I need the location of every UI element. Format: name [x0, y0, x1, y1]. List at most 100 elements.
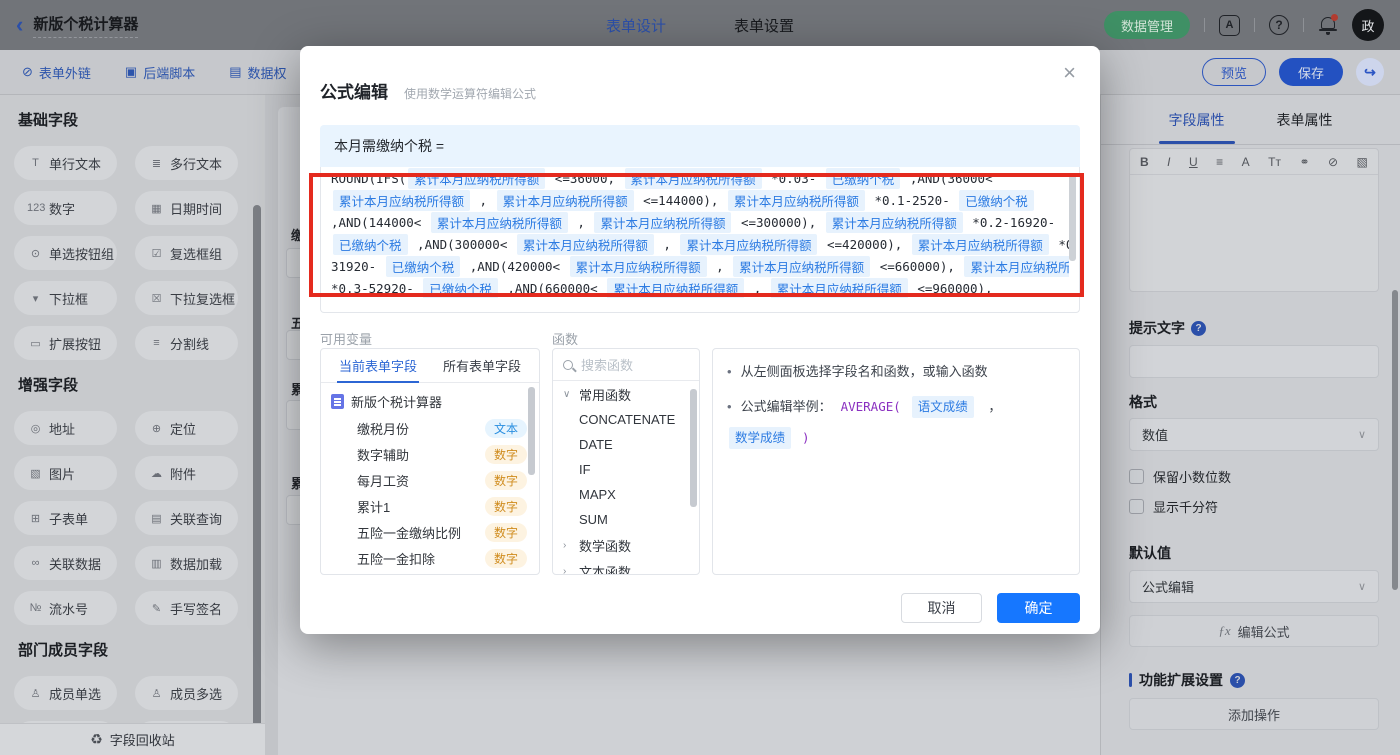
font-color-icon[interactable]: A [1242, 155, 1250, 169]
cancel-button[interactable]: 取消 [901, 593, 982, 623]
share-icon[interactable]: ↪ [1356, 58, 1384, 86]
field-token[interactable]: 累计本月应纳税所得额 [607, 278, 744, 299]
field-token[interactable]: 累计本月应纳税所得额 [728, 190, 865, 211]
field-recycle-bin[interactable]: ♻ 字段回收站 [0, 723, 265, 755]
field-item-member-single[interactable]: ♙成员单选 [14, 676, 117, 710]
formula-scrollbar[interactable] [1069, 173, 1076, 261]
function-group-常用函数[interactable]: ∨常用函数 [553, 381, 699, 407]
field-token[interactable]: 累计本月应纳税所得额 [964, 256, 1069, 277]
field-token[interactable]: 累计本月应纳税所得额 [733, 256, 870, 277]
field-token[interactable]: 累计本月应纳税所得额 [771, 278, 908, 299]
field-item-datetime[interactable]: ▦日期时间 [135, 191, 238, 225]
field-item-linked-data[interactable]: ∞关联数据 [14, 546, 117, 580]
field-item-multi-select[interactable]: ☒下拉复选框 [135, 281, 238, 315]
format-select[interactable]: 数值∨ [1129, 418, 1379, 451]
function-search-input[interactable]: 搜索函数 [553, 349, 699, 381]
decimal-checkbox[interactable]: 保留小数位数 [1129, 467, 1231, 486]
question-icon[interactable]: ? [1191, 321, 1206, 336]
bold-icon[interactable]: B [1140, 155, 1149, 169]
field-token[interactable]: 已缴纳个税 [423, 278, 498, 299]
image-icon[interactable]: ▧ [1357, 155, 1368, 169]
avatar[interactable]: 政 [1352, 9, 1384, 41]
variable-row[interactable]: 缴税月份文本 [321, 415, 539, 441]
add-action-button[interactable]: 添加操作 [1129, 698, 1379, 730]
properties-tab-表单属性[interactable]: 表单属性 [1275, 96, 1335, 144]
field-item-location[interactable]: ⊕定位 [135, 411, 238, 445]
field-item-divider[interactable]: ≡分割线 [135, 326, 238, 360]
field-token[interactable]: 已缴纳个税 [959, 190, 1034, 211]
function-item-MAPX[interactable]: MAPX [553, 482, 699, 507]
field-item-address[interactable]: ◎地址 [14, 411, 117, 445]
field-token[interactable]: 累计本月应纳税所得额 [680, 234, 817, 255]
field-item-data-load[interactable]: ▥数据加载 [135, 546, 238, 580]
field-item-checkbox-group[interactable]: ☑复选框组 [135, 236, 238, 270]
field-item-subform[interactable]: ⊞子表单 [14, 501, 117, 535]
header-tab-表单设置[interactable]: 表单设置 [734, 15, 794, 36]
variable-row[interactable]: 数字辅助数字 [321, 441, 539, 467]
properties-tab-字段属性[interactable]: 字段属性 [1167, 96, 1227, 144]
field-item-image[interactable]: ▧图片 [14, 456, 117, 490]
field-item-linked-query[interactable]: ▤关联查询 [135, 501, 238, 535]
function-item-CONCATENATE[interactable]: CONCATENATE [553, 407, 699, 432]
data-manage-button[interactable]: 数据管理 [1104, 11, 1190, 39]
field-item-single-line-text[interactable]: T单行文本 [14, 146, 117, 180]
app-title[interactable]: 新版个税计算器 [33, 13, 138, 38]
translate-icon[interactable]: A [1219, 15, 1240, 36]
field-token[interactable]: 累计本月应纳税所得额 [517, 234, 654, 255]
field-item-attachment[interactable]: ☁附件 [135, 456, 238, 490]
function-item-DATE[interactable]: DATE [553, 432, 699, 457]
field-token[interactable]: 累计本月应纳税所得额 [431, 212, 568, 233]
formula-editor-area[interactable]: ROUND(IFS(累计本月应纳税所得额 <=36000, 累计本月应纳税所得额… [320, 167, 1080, 313]
field-token[interactable]: 数学成绩 [729, 427, 791, 449]
variables-scrollbar[interactable] [528, 387, 535, 475]
field-token[interactable]: 累计本月应纳税所得额 [912, 234, 1049, 255]
functions-scrollbar[interactable] [690, 389, 697, 507]
font-size-icon[interactable]: Tт [1268, 155, 1281, 169]
thousand-separator-checkbox[interactable]: 显示千分符 [1129, 497, 1218, 516]
hint-text-input[interactable] [1129, 345, 1379, 378]
right-panel-scrollbar[interactable] [1392, 290, 1398, 590]
align-icon[interactable]: ≡ [1216, 155, 1223, 169]
field-token[interactable]: 累计本月应纳税所得额 [570, 256, 707, 277]
variables-root[interactable]: 新版个税计算器 [321, 383, 539, 415]
function-item-SUM[interactable]: SUM [553, 507, 699, 532]
back-icon[interactable]: ‹ [16, 14, 23, 36]
variables-tab-所有表单字段[interactable]: 所有表单字段 [441, 348, 523, 383]
function-item-IF[interactable]: IF [553, 457, 699, 482]
field-token[interactable]: 累计本月应纳税所得额 [594, 212, 731, 233]
strip-link-data-permission[interactable]: ▤数据权 [229, 63, 286, 82]
field-item-number[interactable]: 123数字 [14, 191, 117, 225]
variable-row[interactable]: 累计1数字 [321, 493, 539, 519]
field-item-extend-button[interactable]: ▭扩展按钮 [14, 326, 117, 360]
unlink-icon[interactable]: ⊘ [1328, 155, 1338, 169]
function-group-文本函数[interactable]: ›文本函数 [553, 558, 699, 575]
field-token[interactable]: 已缴纳个税 [386, 256, 461, 277]
field-item-member-multi[interactable]: ♙成员多选 [135, 676, 238, 710]
field-item-multi-line-text[interactable]: ≣多行文本 [135, 146, 238, 180]
strip-link-form-external-link[interactable]: ⊘表单外链 [22, 63, 91, 82]
notification-bell-icon[interactable] [1318, 14, 1338, 36]
header-tab-表单设计[interactable]: 表单设计 [606, 15, 666, 36]
confirm-button[interactable]: 确定 [997, 593, 1080, 623]
field-item-radio-group[interactable]: ⊙单选按钮组 [14, 236, 117, 270]
preview-button[interactable]: 预览 [1202, 58, 1266, 86]
field-token[interactable]: 累计本月应纳税所得额 [333, 190, 470, 211]
default-value-select[interactable]: 公式编辑∨ [1129, 570, 1379, 603]
variable-row[interactable]: 五险一金扣除数字 [321, 545, 539, 571]
variable-row[interactable]: 每月工资数字 [321, 467, 539, 493]
variable-row[interactable]: 五险一金缴纳比例数字 [321, 519, 539, 545]
field-item-select[interactable]: ▾下拉框 [14, 281, 117, 315]
field-token[interactable]: 累计本月应纳税所得额 [497, 190, 634, 211]
field-token[interactable]: 累计本月应纳税所得额 [826, 212, 963, 233]
underline-icon[interactable]: U [1189, 155, 1198, 169]
left-panel-scrollbar[interactable] [253, 205, 261, 755]
field-token[interactable]: 累计本月应纳税所得额 [408, 168, 545, 189]
strip-link-backend-script[interactable]: ▣后端脚本 [125, 63, 195, 82]
save-button[interactable]: 保存 [1279, 58, 1343, 86]
rich-text-editor[interactable]: BIU≡ATт⚭⊘▧ [1129, 148, 1379, 292]
field-item-serial-number[interactable]: №流水号 [14, 591, 117, 625]
italic-icon[interactable]: I [1167, 155, 1170, 169]
question-icon[interactable]: ? [1230, 673, 1245, 688]
help-icon[interactable]: ? [1269, 15, 1289, 35]
field-item-signature[interactable]: ✎手写签名 [135, 591, 238, 625]
